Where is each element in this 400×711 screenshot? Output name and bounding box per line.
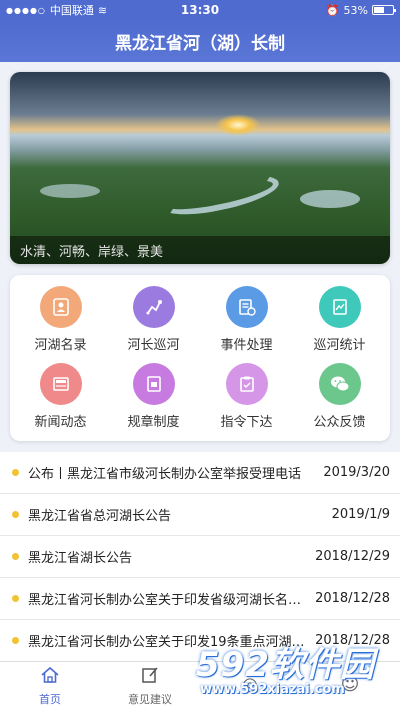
menu-label: 指令下达	[220, 415, 273, 430]
list-item[interactable]: 黑龙江省河长制办公室关于印发省级河湖长名单的通知 2018/12/28	[0, 578, 400, 620]
menu-item-river-directory[interactable]: 河湖名录	[14, 281, 107, 358]
edit-icon	[141, 666, 159, 688]
list-item[interactable]: 黑龙江省河长制办公室关于印发19条重点河湖的通知 2018/12/28	[0, 620, 400, 661]
tab-suggestions[interactable]: 意见建议	[100, 662, 200, 711]
tab-third[interactable]: ◎	[200, 662, 300, 711]
chat-bubbles-icon	[318, 363, 361, 405]
bottom-tab-bar: 首页 意见建议 ◎ ☺	[0, 661, 400, 711]
signal-icon: ●●●●○	[6, 5, 46, 15]
river-pool-left	[40, 184, 100, 198]
menu-label: 事件处理	[220, 338, 273, 353]
menu-label: 巡河统计	[313, 338, 366, 353]
river-bend	[158, 167, 282, 223]
news-date: 2018/12/29	[315, 549, 390, 564]
route-icon	[132, 286, 175, 328]
bullet-dot	[12, 595, 19, 602]
menu-item-instructions[interactable]: 指令下达	[200, 358, 293, 435]
news-title: 公布丨黑龙江省市级河长制办公室举报受理电话	[28, 467, 302, 482]
tab-home[interactable]: 首页	[0, 662, 100, 711]
clipboard-icon	[225, 363, 268, 405]
menu-item-event-handling[interactable]: 事件处理	[200, 281, 293, 358]
menu-label: 河湖名录	[34, 338, 87, 353]
battery-percent: 53%	[343, 3, 368, 17]
tab-label: 首页	[39, 693, 61, 706]
river-pool	[300, 190, 360, 208]
news-title: 黑龙江省河长制办公室关于印发省级河湖长名单的通知	[28, 593, 305, 608]
alarm-icon: ⏰	[325, 3, 340, 17]
sunset-sun	[215, 114, 261, 136]
news-date: 2018/12/28	[315, 591, 390, 606]
news-date: 2019/1/9	[331, 507, 390, 522]
list-item[interactable]: 公布丨黑龙江省市级河长制办公室举报受理电话 2019/3/20	[0, 452, 400, 494]
tab-label: 意见建议	[128, 693, 172, 706]
status-time: 13:30	[180, 3, 220, 17]
news-title: 黑龙江省湖长公告	[28, 551, 133, 566]
list-item[interactable]: 黑龙江省省总河湖长公告 2019/1/9	[0, 494, 400, 536]
menu-label: 河长巡河	[127, 338, 180, 353]
list-item[interactable]: 黑龙江省湖长公告 2018/12/29	[0, 536, 400, 578]
status-left: ●●●●○ 中国联通 ≋	[6, 2, 135, 18]
home-icon	[40, 666, 60, 688]
bullet-dot	[12, 511, 19, 518]
news-date: 2018/12/28	[315, 633, 390, 648]
bullet-dot	[12, 637, 19, 644]
menu-label: 规章制度	[127, 415, 180, 430]
menu-item-public-feedback[interactable]: 公众反馈	[293, 358, 386, 435]
person-card-icon	[39, 286, 82, 328]
banner-caption: 水清、河畅、岸绿、景美	[10, 236, 390, 264]
menu-item-river-patrol[interactable]: 河长巡河	[107, 281, 200, 358]
bullet-dot	[12, 469, 19, 476]
regulation-icon	[132, 363, 175, 405]
statistics-icon	[318, 286, 361, 328]
banner-image[interactable]: 水清、河畅、岸绿、景美	[10, 72, 390, 264]
news-title: 黑龙江省省总河湖长公告	[28, 509, 172, 524]
function-menu: 河湖名录 河长巡河 事件处理 巡河统计 新闻动态 规章制度 指令下达 公众反馈	[10, 275, 390, 441]
menu-item-patrol-statistics[interactable]: 巡河统计	[293, 281, 386, 358]
menu-item-regulations[interactable]: 规章制度	[107, 358, 200, 435]
carrier-name: 中国联通	[49, 4, 94, 17]
user-icon: ☺	[340, 674, 360, 695]
bullet-dot	[12, 553, 19, 560]
page-title: 黑龙江省河（湖）长制	[115, 33, 285, 54]
wifi-icon: ≋	[97, 3, 108, 17]
menu-label: 公众反馈	[313, 415, 366, 430]
tab-icon: ◎	[242, 674, 258, 695]
news-date: 2019/3/20	[323, 465, 390, 480]
battery-icon	[371, 5, 396, 15]
status-bar: ●●●●○ 中国联通 ≋ 13:30 ⏰ 53%	[0, 0, 400, 20]
menu-label: 新闻动态	[34, 415, 87, 430]
status-right: ⏰ 53%	[265, 3, 396, 17]
document-clock-icon	[225, 286, 268, 328]
news-list: 公布丨黑龙江省市级河长制办公室举报受理电话 2019/3/20 黑龙江省省总河湖…	[0, 452, 400, 661]
news-icon	[39, 363, 82, 405]
news-title: 黑龙江省河长制办公室关于印发19条重点河湖的通知	[28, 635, 306, 650]
app-header: 黑龙江省河（湖）长制	[0, 20, 400, 62]
menu-item-news[interactable]: 新闻动态	[14, 358, 107, 435]
tab-profile[interactable]: ☺	[300, 662, 400, 711]
